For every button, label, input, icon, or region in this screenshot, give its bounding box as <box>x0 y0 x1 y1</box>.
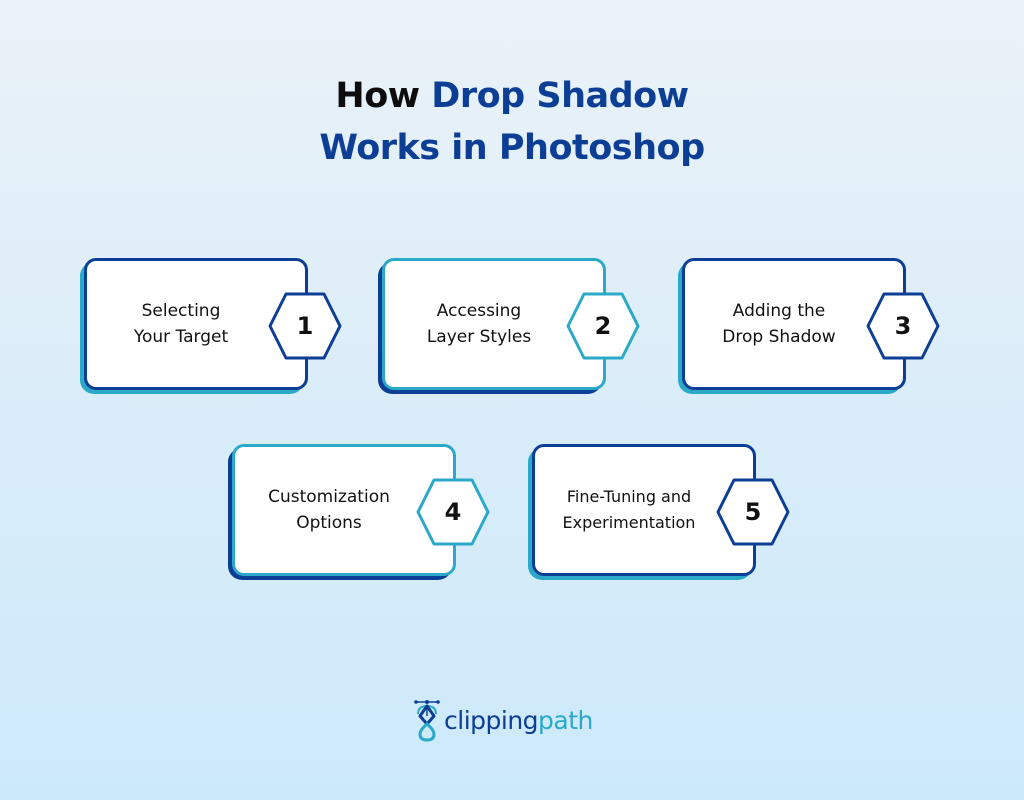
step-label: Adding the Drop Shadow <box>682 258 876 390</box>
step-number: 5 <box>744 498 762 526</box>
title-accent-1: Drop Shadow <box>431 76 689 116</box>
logo-wordmark: clippingpath <box>444 706 593 735</box>
step-label-line-1: Customization <box>268 487 390 507</box>
title-line-1: How Drop Shadow <box>0 70 1024 122</box>
step-number: 1 <box>296 312 314 340</box>
page-title: How Drop Shadow Works in Photoshop <box>0 70 1024 174</box>
step-label-line-2: Layer Styles <box>426 327 532 347</box>
step-card-5: Fine-Tuning and Experimentation 5 <box>528 444 790 580</box>
step-card-3: Adding the Drop Shadow 3 <box>678 258 940 394</box>
step-card-1: Selecting Your Target 1 <box>80 258 342 394</box>
step-label-line-2: Experimentation <box>562 513 696 532</box>
step-label-line-2: Your Target <box>133 327 229 347</box>
step-card-2: Accessing Layer Styles 2 <box>378 258 640 394</box>
step-label-line-2: Options <box>296 513 362 533</box>
step-number: 4 <box>444 498 462 526</box>
step-label-line-1: Selecting <box>141 301 221 321</box>
pen-tool-icon <box>414 700 440 742</box>
title-accent-2: Works in Photoshop <box>319 128 705 168</box>
logo-text-secondary: path <box>538 705 593 735</box>
step-card-4: Customization Options 4 <box>228 444 490 580</box>
step-label: Fine-Tuning and Experimentation <box>532 444 726 576</box>
logo-text-primary: clipping <box>444 705 539 735</box>
title-plain: How <box>335 76 432 116</box>
step-number: 3 <box>894 312 912 340</box>
step-label-line-1: Adding the <box>732 301 826 321</box>
step-number: 2 <box>594 312 612 340</box>
step-label: Customization Options <box>232 444 426 576</box>
brand-logo: clippingpath <box>414 694 593 746</box>
step-label-line-1: Accessing <box>436 301 522 321</box>
step-label-line-2: Drop Shadow <box>722 327 836 347</box>
step-label: Accessing Layer Styles <box>382 258 576 390</box>
step-label-line-1: Fine-Tuning and <box>566 487 692 506</box>
title-line-2: Works in Photoshop <box>0 122 1024 174</box>
step-label: Selecting Your Target <box>84 258 278 390</box>
